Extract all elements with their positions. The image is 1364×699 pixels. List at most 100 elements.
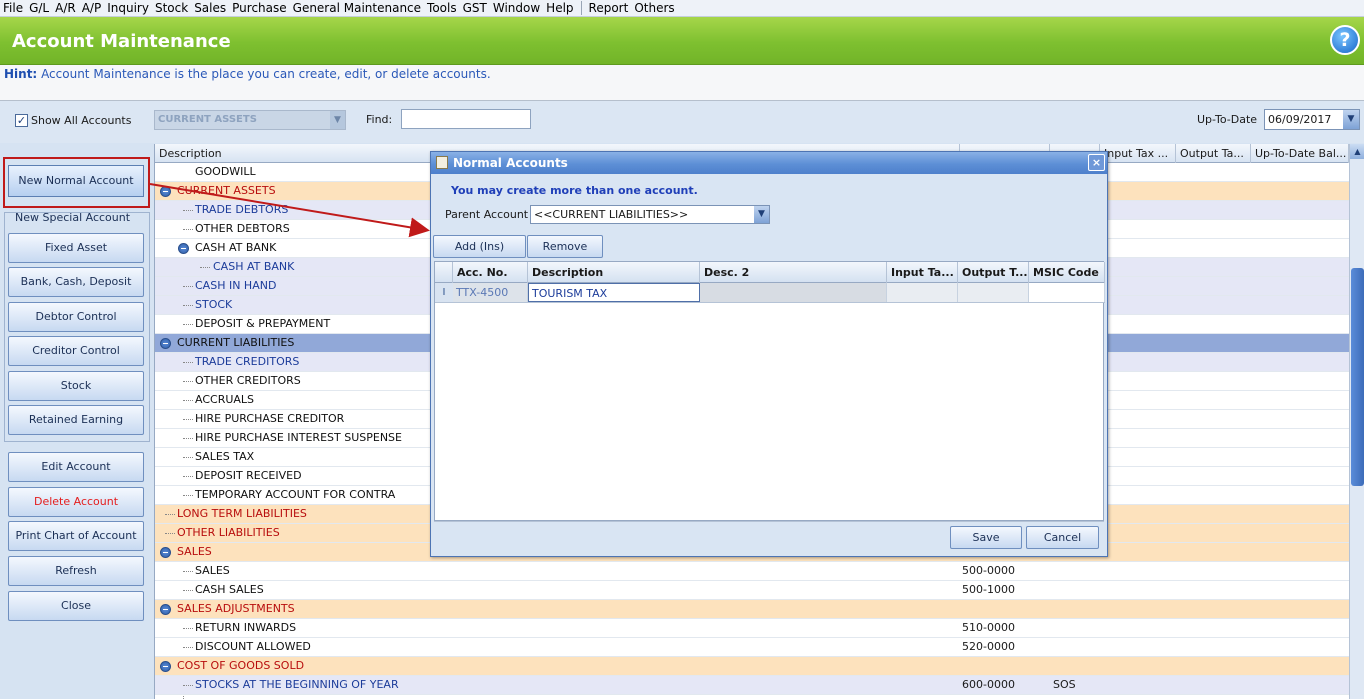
table-row[interactable]: RETURN INWARDS 510-0000: [155, 619, 1349, 638]
dialog-title-bar[interactable]: Normal Accounts: [431, 152, 1107, 174]
tree-line: [183, 419, 193, 420]
row-description: SALES ADJUSTMENTS: [177, 602, 295, 615]
fixed-asset-button[interactable]: Fixed Asset: [8, 233, 144, 263]
collapse-icon[interactable]: [160, 547, 171, 558]
help-icon[interactable]: ?: [1330, 25, 1360, 55]
acc-no-cell[interactable]: TTX-4500: [453, 283, 528, 302]
row-description: LONG TERM LIABILITIES: [177, 507, 307, 520]
collapse-icon[interactable]: [160, 186, 171, 197]
table-row[interactable]: SALES ADJUSTMENTS: [155, 600, 1349, 619]
debtor-control-button[interactable]: Debtor Control: [8, 302, 144, 332]
collapse-icon[interactable]: [178, 243, 189, 254]
new-normal-account-button[interactable]: New Normal Account: [8, 165, 144, 197]
menu-inquiry[interactable]: Inquiry: [104, 0, 152, 17]
row-description: SALES: [195, 564, 230, 577]
close-icon[interactable]: ×: [1088, 154, 1105, 171]
scrollbar-thumb[interactable]: [1351, 268, 1364, 486]
hint-label: Hint:: [4, 67, 38, 81]
show-all-checkbox[interactable]: ✓: [15, 114, 28, 127]
row-account-code: 600-0000: [962, 678, 1015, 691]
collapse-icon[interactable]: [160, 338, 171, 349]
menu-gst[interactable]: GST: [460, 0, 490, 17]
delete-account-button[interactable]: Delete Account: [8, 487, 144, 517]
scroll-up-icon[interactable]: ▲: [1350, 144, 1364, 159]
column-acc-no[interactable]: Acc. No.: [453, 262, 528, 283]
chevron-down-icon[interactable]: ▼: [1343, 110, 1359, 129]
collapse-icon[interactable]: [160, 661, 171, 672]
row-editing-indicator: I: [435, 283, 453, 302]
stock-button[interactable]: Stock: [8, 371, 144, 401]
table-row[interactable]: I TTX-4500 TOURISM TAX: [435, 283, 1105, 303]
creditor-control-button[interactable]: Creditor Control: [8, 336, 144, 366]
new-accounts-grid[interactable]: Acc. No. Description Desc. 2 Input Ta...…: [434, 261, 1105, 521]
description-cell-input[interactable]: TOURISM TAX: [528, 283, 700, 302]
cancel-button[interactable]: Cancel: [1026, 526, 1099, 549]
menu-report[interactable]: Report: [586, 0, 632, 17]
table-row[interactable]: COST OF GOODS SOLD: [155, 657, 1349, 676]
parent-account-select[interactable]: <<CURRENT LIABILITIES>> ▼: [530, 205, 770, 224]
menu-others[interactable]: Others: [631, 0, 677, 17]
retained-earning-button[interactable]: Retained Earning: [8, 405, 144, 435]
find-input[interactable]: [401, 109, 531, 129]
bank-cash-deposit-button[interactable]: Bank, Cash, Deposit: [8, 267, 144, 297]
menu-general-maintenance[interactable]: General Maintenance: [290, 0, 424, 17]
parent-account-label: Parent Account: [445, 208, 529, 221]
msic-code-cell[interactable]: [1029, 283, 1105, 302]
close-button[interactable]: Close: [8, 591, 144, 621]
uptodate-date-picker[interactable]: 06/09/2017 ▼: [1264, 109, 1360, 130]
column-output-tax[interactable]: Output Ta...: [1176, 144, 1251, 163]
row-description: CURRENT LIABILITIES: [177, 336, 295, 349]
column-output-tax[interactable]: Output T...: [958, 262, 1029, 283]
edit-account-button[interactable]: Edit Account: [8, 452, 144, 482]
column-utd-balance[interactable]: Up-To-Date Bal...: [1251, 144, 1349, 163]
menu-help[interactable]: Help: [543, 0, 576, 17]
menu-window[interactable]: Window: [490, 0, 543, 17]
output-tax-cell[interactable]: [958, 283, 1029, 302]
print-chart-of-account-button[interactable]: Print Chart of Account: [8, 521, 144, 551]
new-special-account-label: New Special Account: [15, 211, 131, 224]
tree-line: [183, 476, 193, 477]
table-row[interactable]: SALES 500-0000: [155, 562, 1349, 581]
column-msic-code[interactable]: MSIC Code: [1029, 262, 1105, 283]
refresh-button[interactable]: Refresh: [8, 556, 144, 586]
row-description: DISCOUNT ALLOWED: [195, 640, 311, 653]
column-desc2[interactable]: Desc. 2: [700, 262, 887, 283]
row-description: STOCK: [195, 298, 233, 311]
input-tax-cell[interactable]: [887, 283, 958, 302]
desc2-cell[interactable]: [700, 283, 887, 302]
window-icon: [436, 156, 448, 169]
table-row[interactable]: CASH SALES 500-1000: [155, 581, 1349, 600]
table-row[interactable]: DISCOUNT ALLOWED 520-0000: [155, 638, 1349, 657]
add-ins-button[interactable]: Add (Ins): [433, 235, 526, 258]
table-row[interactable]: STOCKS AT THE BEGINNING OF YEAR 600-0000…: [155, 676, 1349, 695]
save-button[interactable]: Save: [950, 526, 1022, 549]
row-description: HIRE PURCHASE INTEREST SUSPENSE: [195, 431, 402, 444]
menu-file[interactable]: File: [0, 0, 26, 17]
show-all-label: Show All Accounts: [31, 114, 132, 127]
menu-tools[interactable]: Tools: [424, 0, 460, 17]
row-description: TRADE DEBTORS: [195, 203, 289, 216]
row-description: SALES: [177, 545, 212, 558]
column-input-tax[interactable]: Input Ta...: [887, 262, 958, 283]
dialog-grid-header: Acc. No. Description Desc. 2 Input Ta...…: [435, 262, 1105, 283]
chevron-down-icon[interactable]: ▼: [330, 111, 345, 129]
column-description[interactable]: Description: [528, 262, 700, 283]
column-input-tax[interactable]: Input Tax ...: [1100, 144, 1176, 163]
menu-stock[interactable]: Stock: [152, 0, 191, 17]
grid-vertical-scrollbar[interactable]: ▲: [1349, 144, 1364, 699]
tree-line: [183, 628, 193, 629]
category-select[interactable]: CURRENT ASSETS ▼: [154, 110, 346, 130]
row-account-code: 510-0000: [962, 621, 1015, 634]
remove-button[interactable]: Remove: [527, 235, 603, 258]
tree-line: [183, 286, 193, 287]
row-description: CASH IN HAND: [195, 279, 277, 292]
dialog-hint: You may create more than one account.: [451, 184, 698, 197]
menu-ar[interactable]: A/R: [52, 0, 79, 17]
menu-ap[interactable]: A/P: [79, 0, 105, 17]
chevron-down-icon[interactable]: ▼: [754, 206, 769, 223]
collapse-icon[interactable]: [160, 604, 171, 615]
tree-line: [183, 400, 193, 401]
menu-purchase[interactable]: Purchase: [229, 0, 290, 17]
menu-sales[interactable]: Sales: [191, 0, 229, 17]
menu-gl[interactable]: G/L: [26, 0, 52, 17]
